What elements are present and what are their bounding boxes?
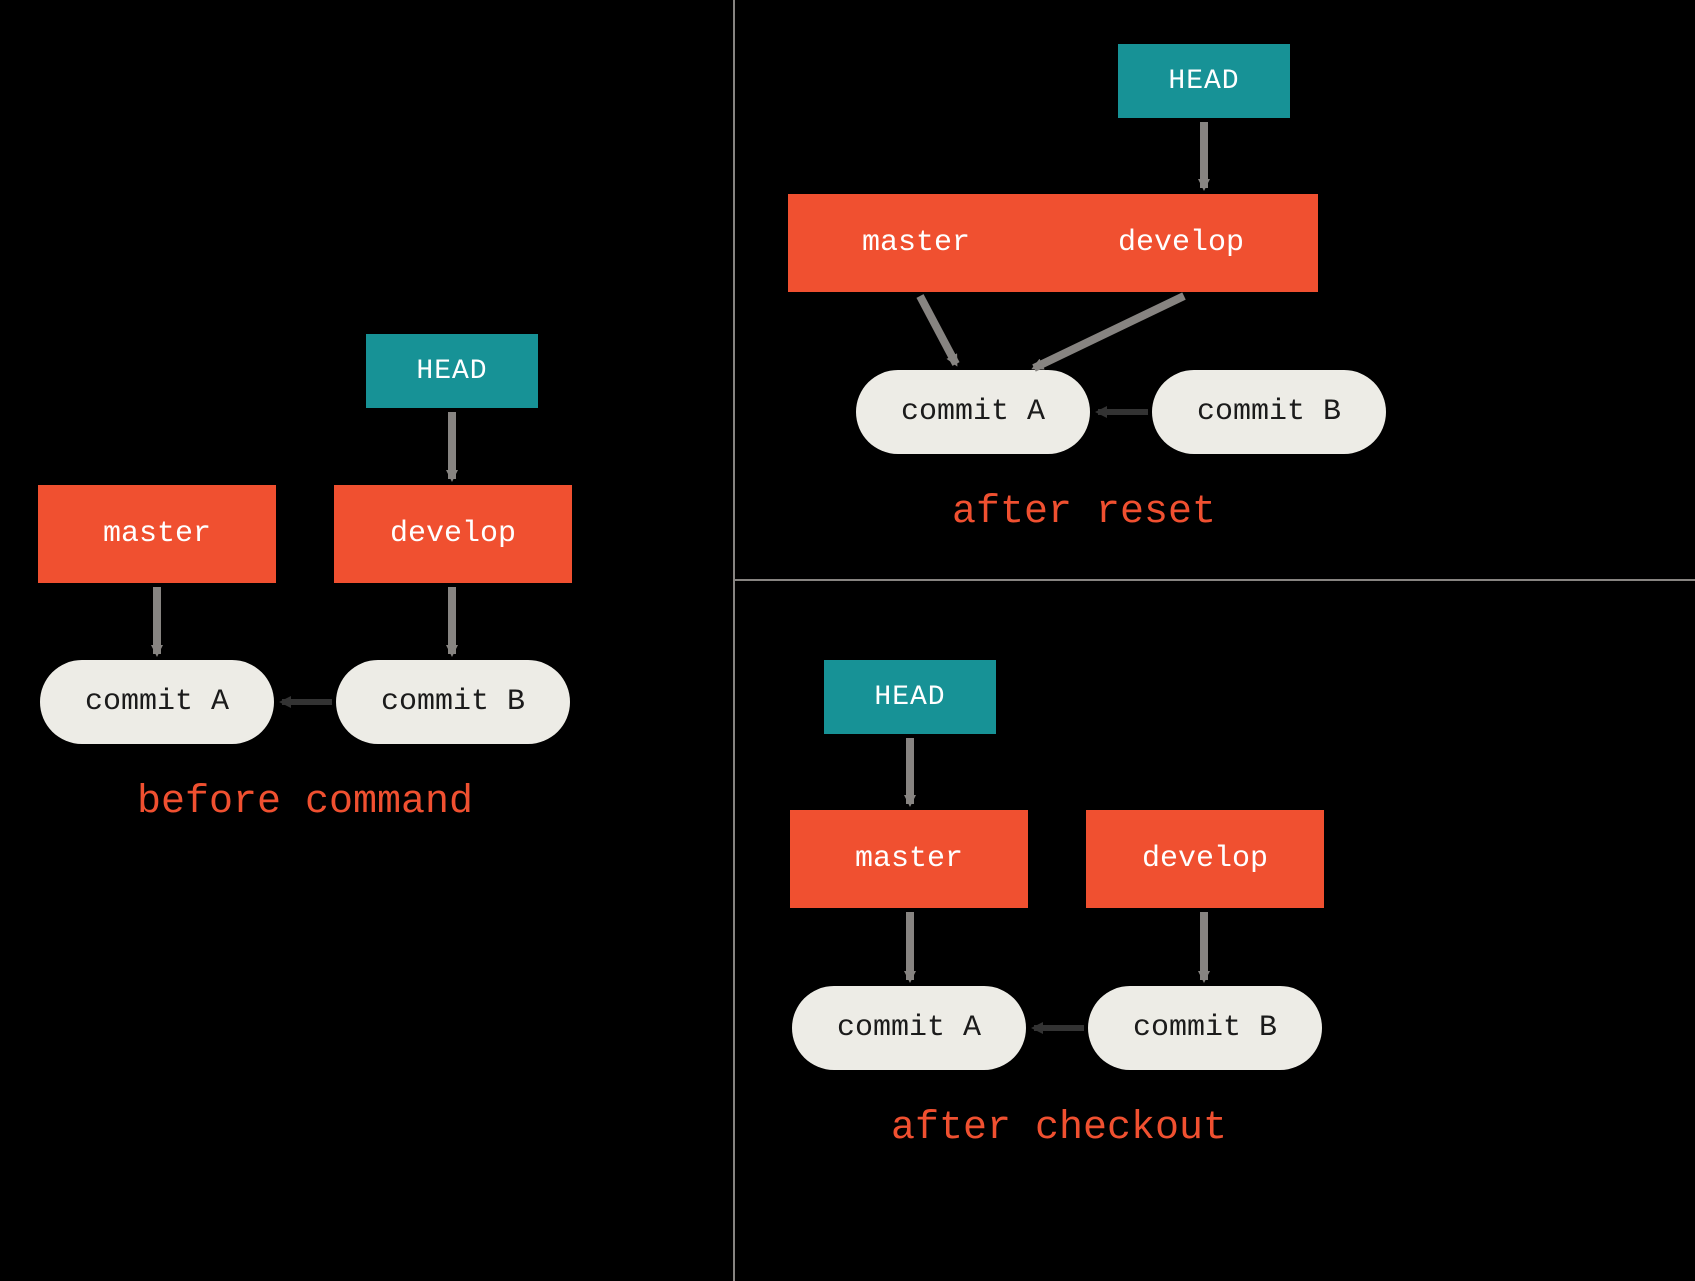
commit-b-label: commit B [1197,395,1341,429]
commit-a-label: commit A [85,685,229,719]
arrows-before [0,0,734,1281]
panel-after-checkout: HEAD master develop commit A commit B af… [734,580,1695,1280]
diagram-stage: HEAD master develop commit A commit B be… [0,0,1695,1281]
caption-after-reset: after reset [734,490,1434,535]
caption-before: before command [0,780,610,825]
branch-master: master [38,485,276,583]
branch-develop-label: develop [1142,842,1268,876]
caption-after-checkout: after checkout [734,1106,1384,1151]
commit-b: commit B [1088,986,1322,1070]
commit-a: commit A [40,660,274,744]
head-label: HEAD [416,356,487,387]
branch-develop: develop [334,485,572,583]
branch-master: master [790,810,1028,908]
commit-a-label: commit A [901,395,1045,429]
head-box: HEAD [366,334,538,408]
commit-b-label: commit B [381,685,525,719]
branch-develop: develop [1086,810,1324,908]
branch-master-label: master [855,842,963,876]
commit-b: commit B [1152,370,1386,454]
commit-b-label: commit B [1133,1011,1277,1045]
panel-after-reset: HEAD master develop commit A commit B af… [734,0,1695,580]
branch-master-label: master [103,517,211,551]
head-box: HEAD [1118,44,1290,118]
head-label: HEAD [1168,66,1239,97]
branch-develop-label: develop [390,517,516,551]
commit-b: commit B [336,660,570,744]
commit-a-label: commit A [837,1011,981,1045]
panel-before: HEAD master develop commit A commit B be… [0,0,734,1281]
branch-master-label: master [862,226,970,260]
commit-a: commit A [792,986,1026,1070]
branch-develop-label: develop [1118,226,1244,260]
head-box: HEAD [824,660,996,734]
commit-a: commit A [856,370,1090,454]
head-label: HEAD [874,682,945,713]
branches-merged: master develop [788,194,1318,292]
